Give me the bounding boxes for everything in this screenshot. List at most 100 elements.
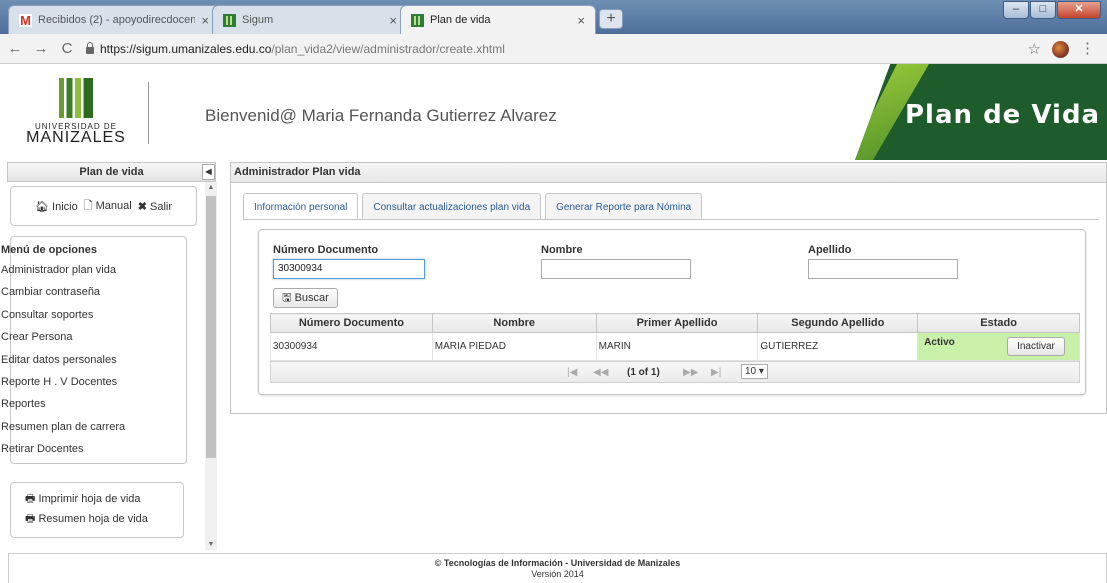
- home-label: Inicio: [52, 200, 78, 213]
- browser-tab-plan-de-vida[interactable]: Plan de vida ×: [400, 5, 596, 34]
- scroll-up-icon[interactable]: ▲: [205, 184, 217, 191]
- results-table: Número Documento Nombre Primer Apellido …: [270, 313, 1080, 361]
- column-header-segundo-apellido[interactable]: Segundo Apellido: [757, 313, 919, 333]
- sidebar-header: Plan de vida ◀: [7, 162, 216, 182]
- menu-item-reporte-hv-docentes[interactable]: Reporte H . V Docentes: [1, 371, 186, 393]
- footer-version: Versión 2014: [531, 569, 584, 579]
- sidebar-title: Plan de vida: [79, 166, 144, 178]
- logo-text-line2: MANIZALES: [26, 129, 126, 146]
- menu-item-cambiar-contrasena[interactable]: Cambiar contraseña: [1, 281, 186, 303]
- sigum-icon: [411, 13, 424, 27]
- sidebar-top-buttons: 🏠︎ Inicio 🗋 Manual ✖ Salir: [10, 186, 197, 226]
- url-path: /plan_vida2/view/administrador/create.xh…: [271, 41, 505, 56]
- menu-item-resumen-plan-carrera[interactable]: Resumen plan de carrera: [1, 416, 186, 438]
- last-page-icon[interactable]: ▶|: [711, 367, 721, 378]
- tab-consultar-actualizaciones[interactable]: Consultar actualizaciones plan vida: [362, 193, 542, 220]
- surname-label: Apellido: [808, 244, 852, 256]
- back-arrow-icon[interactable]: ←: [4, 40, 26, 57]
- address-bar: ← → C https://sigum.umanizales.edu.co/pl…: [0, 34, 1107, 64]
- extension-icon[interactable]: [1052, 41, 1069, 58]
- print-options: 🖶 Imprimir hoja de vida 🖶 Resumen hoja d…: [10, 482, 184, 538]
- inactivar-button[interactable]: Inactivar: [1007, 337, 1065, 356]
- browser-tab-bar: M Recibidos (2) - apoyodirecdocen × Sigu…: [0, 0, 1107, 34]
- x-icon: ✖: [137, 200, 147, 213]
- close-tab-icon[interactable]: ×: [389, 13, 397, 28]
- tab-informacion-personal[interactable]: Información personal: [243, 193, 359, 220]
- logo-mark: [59, 78, 93, 118]
- page-indicator: (1 of 1): [627, 367, 660, 378]
- browser-menu-icon[interactable]: ⋮: [1080, 39, 1095, 57]
- name-input[interactable]: [541, 259, 691, 279]
- university-logo: UNIVERSIDAD DE MANIZALES: [26, 78, 126, 150]
- logout-button[interactable]: ✖ Salir: [138, 200, 172, 213]
- manual-button[interactable]: 🗋 Manual: [84, 197, 132, 216]
- sidebar: Plan de vida ◀ 🏠︎ Inicio 🗋 Manual ✖ Sali…: [0, 162, 217, 550]
- home-button[interactable]: 🏠︎ Inicio: [35, 200, 78, 213]
- menu-item-editar-datos-personales[interactable]: Editar datos personales: [1, 349, 186, 371]
- browser-tab-sigum[interactable]: Sigum ×: [212, 5, 408, 34]
- first-page-icon[interactable]: |◀: [567, 367, 577, 378]
- cell-documento: 30300934: [270, 332, 433, 361]
- cell-primer-apellido: MARIN: [595, 332, 759, 361]
- tab-underline: [243, 219, 1099, 220]
- search-panel: Número Documento 30300934 Nombre Apellid…: [258, 229, 1086, 395]
- close-tab-icon[interactable]: ×: [577, 13, 585, 28]
- forward-arrow-icon[interactable]: →: [30, 40, 52, 57]
- page-footer: © Tecnologías de Información - Universid…: [8, 553, 1107, 583]
- new-tab-button[interactable]: +: [599, 9, 623, 29]
- close-tab-icon[interactable]: ×: [201, 13, 209, 28]
- printer-icon: 🖶: [25, 493, 36, 505]
- close-window-button[interactable]: ✕: [1057, 1, 1101, 19]
- print-cv-label: Imprimir hoja de vida: [38, 493, 141, 505]
- menu-item-administrador-plan-vida[interactable]: Administrador plan vida: [1, 259, 186, 281]
- rows-per-page-select[interactable]: 10 ▾: [741, 364, 768, 379]
- collapse-sidebar-icon[interactable]: ◀: [202, 164, 215, 180]
- window-controls: – □ ✕: [1003, 1, 1101, 19]
- menu-item-reportes[interactable]: Reportes: [1, 393, 186, 415]
- name-label: Nombre: [541, 244, 583, 256]
- prev-page-icon[interactable]: ◀◀: [593, 367, 608, 378]
- tab-title: Recibidos (2) - apoyodirecdocen: [38, 14, 196, 26]
- footer-copyright: © Tecnologías de Información - Universid…: [434, 558, 681, 568]
- bookmark-star-icon[interactable]: ☆: [1028, 40, 1041, 58]
- search-button-label: Buscar: [294, 292, 329, 304]
- document-number-label: Número Documento: [273, 244, 379, 256]
- print-cv-button[interactable]: 🖶 Imprimir hoja de vida: [25, 489, 183, 509]
- next-page-icon[interactable]: ▶▶: [683, 367, 698, 378]
- browser-tab-gmail[interactable]: M Recibidos (2) - apoyodirecdocen ×: [8, 5, 220, 34]
- column-header-documento[interactable]: Número Documento: [270, 313, 433, 333]
- menu-item-crear-persona[interactable]: Crear Persona: [1, 326, 186, 348]
- tab-generar-reporte-nomina[interactable]: Generar Reporte para Nómina: [545, 193, 703, 220]
- maximize-button[interactable]: □: [1030, 1, 1056, 19]
- tab-title: Plan de vida: [430, 14, 491, 26]
- surname-input[interactable]: [808, 259, 958, 279]
- document-number-input[interactable]: 30300934: [273, 259, 425, 279]
- minimize-button[interactable]: –: [1003, 1, 1029, 19]
- menu-title: Menú de opciones: [1, 244, 97, 256]
- printer-icon: 🖶: [25, 513, 36, 525]
- page-header: UNIVERSIDAD DE MANIZALES Bienvenid@ Mari…: [0, 64, 1107, 160]
- reload-icon[interactable]: C: [56, 40, 78, 57]
- table-row[interactable]: 30300934 MARIA PIEDAD MARIN GUTIERREZ Ac…: [270, 332, 1080, 361]
- url-field[interactable]: https://sigum.umanizales.edu.co/plan_vid…: [86, 41, 505, 56]
- plan-de-vida-banner: Plan de Vida: [855, 64, 1107, 160]
- scrollbar-thumb[interactable]: [206, 196, 216, 458]
- banner-title: Plan de Vida: [905, 100, 1101, 130]
- column-header-estado[interactable]: Estado: [917, 313, 1080, 333]
- lock-icon: [86, 41, 94, 54]
- welcome-text: Bienvenid@ Maria Fernanda Gutierrez Alva…: [205, 106, 557, 125]
- search-button[interactable]: 🖫 Buscar: [273, 288, 338, 308]
- cell-nombre: MARIA PIEDAD: [431, 332, 597, 361]
- options-menu: Menú de opciones Administrador plan vida…: [1, 236, 187, 464]
- cell-segundo-apellido: GUTIERREZ: [757, 332, 919, 361]
- print-cv-summary-button[interactable]: 🖶 Resumen hoja de vida: [25, 509, 183, 529]
- column-header-primer-apellido[interactable]: Primer Apellido: [595, 313, 759, 333]
- header-divider: [148, 82, 149, 144]
- menu-item-retirar-docentes[interactable]: Retirar Docentes: [1, 438, 186, 460]
- column-header-nombre[interactable]: Nombre: [431, 313, 597, 333]
- status-badge: Activo: [924, 337, 955, 348]
- url-host: https://sigum.umanizales.edu.co: [100, 41, 272, 56]
- menu-item-consultar-soportes[interactable]: Consultar soportes: [1, 304, 186, 326]
- scroll-down-icon[interactable]: ▼: [205, 541, 217, 548]
- sidebar-scrollbar[interactable]: ▲ ▼: [205, 182, 217, 550]
